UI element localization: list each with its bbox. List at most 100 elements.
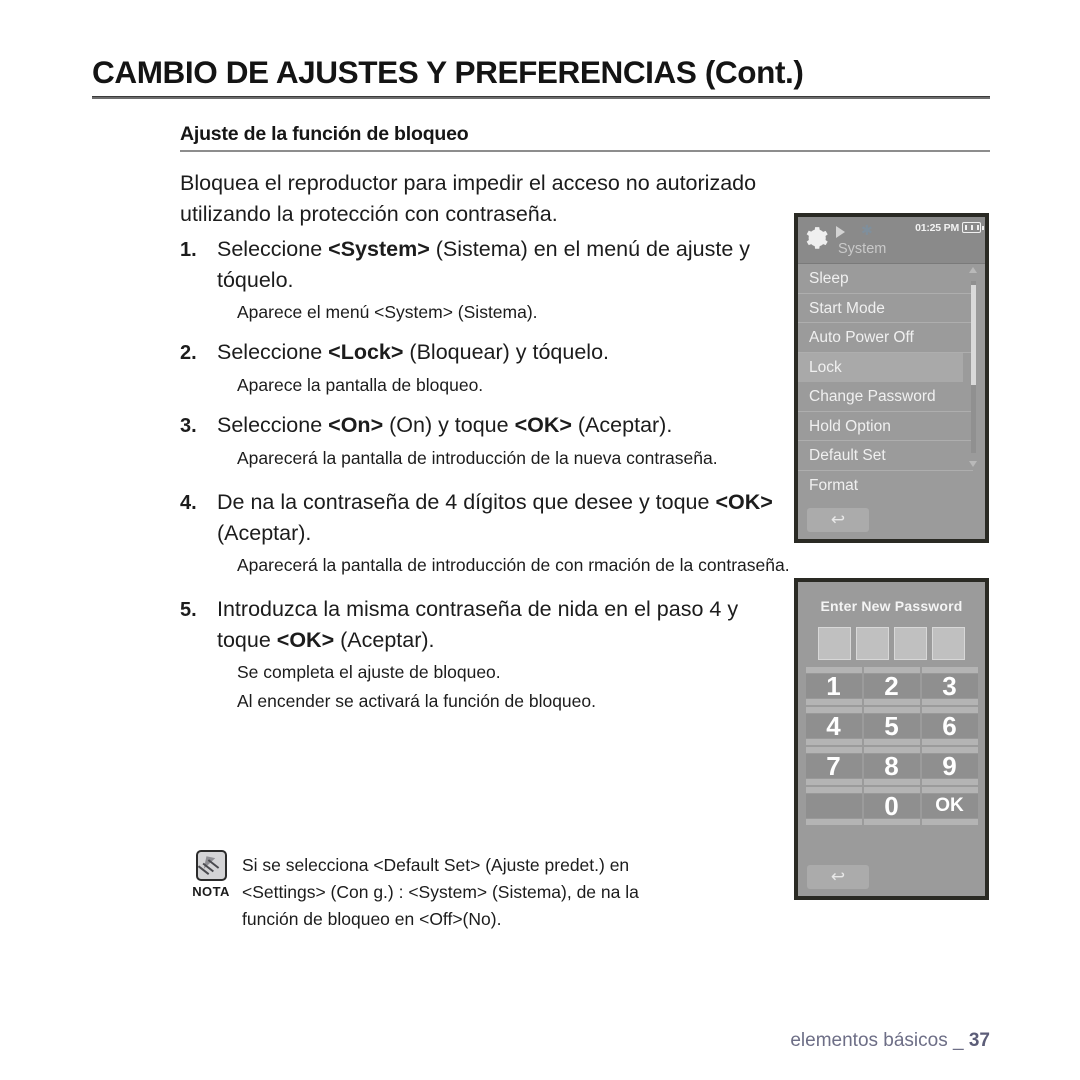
password-digit-box[interactable]	[856, 627, 889, 660]
key-4[interactable]: 4	[805, 707, 862, 745]
page-title: CAMBIO DE AJUSTES Y PREFERENCIAS (Cont.)	[92, 54, 804, 90]
note-line: Si se selecciona <Default Set> (Ajuste p…	[242, 855, 630, 875]
device-menu-item-label: Auto Power Off	[809, 329, 914, 346]
step-note: Aparecerá la pantalla de introducción de…	[237, 555, 790, 575]
step-text-part: (Bloquear) y tóquelo.	[403, 340, 610, 364]
key-0[interactable]: 0	[863, 787, 920, 825]
device-menu-item-label: Change Password	[809, 388, 936, 405]
scrollbar[interactable]	[968, 267, 979, 467]
device-menu-item-label: Default Set	[809, 447, 886, 464]
password-digit-box[interactable]	[894, 627, 927, 660]
return-arrow-icon[interactable]: ↩	[807, 508, 869, 532]
play-icon	[836, 226, 845, 238]
device-menu-item-default-set[interactable]: Default Set	[798, 441, 973, 471]
step-text-part: (Aceptar).	[571, 413, 673, 437]
device-bottom-bar: ↩	[798, 860, 985, 896]
step-note: Se completa el ajuste de bloqueo.	[237, 662, 501, 682]
key-ok[interactable]: OK	[921, 787, 978, 825]
step-note: Aparecerá la pantalla de introducción de…	[237, 448, 718, 468]
note-text: Si se selecciona <Default Set> (Ajuste p…	[242, 848, 790, 933]
step-number: 4.	[180, 492, 197, 514]
device-statusbar: ✱ 01:25 PM System	[798, 217, 985, 264]
password-boxes	[798, 627, 985, 660]
key-3[interactable]: 3	[921, 667, 978, 705]
gear-icon	[806, 227, 828, 249]
step-text-part: (On) y toque	[383, 413, 515, 437]
device-screenshot-system-menu: ✱ 01:25 PM System Sleep Start Mode Auto …	[794, 213, 989, 543]
list-item: 1. Seleccione <System> (Sistema) en el m…	[180, 234, 790, 325]
device-menu-item-sleep[interactable]: Sleep	[798, 264, 973, 294]
note-label: NOTA	[192, 884, 230, 899]
step-text-part: (Aceptar).	[334, 628, 435, 652]
clock-label: 01:25 PM	[915, 222, 959, 234]
password-digit-box[interactable]	[932, 627, 965, 660]
list-item: 4. De na la contraseña de 4 dígitos que …	[180, 487, 790, 578]
section-heading: Ajuste de la función de bloqueo	[180, 123, 469, 145]
key-5[interactable]: 5	[863, 707, 920, 745]
step-text: De na la contraseña de 4 dígitos que des…	[217, 487, 790, 549]
device-menu-item-change-password[interactable]: Change Password	[798, 382, 973, 412]
step-number: 5.	[180, 599, 197, 621]
device-menu-item-label: Sleep	[809, 270, 849, 287]
title-divider	[92, 96, 990, 99]
chevron-up-icon[interactable]	[969, 267, 977, 273]
device-screen-title: System	[838, 241, 887, 257]
step-text: Introduzca la misma contraseña de nida e…	[217, 594, 790, 656]
instruction-list: 1. Seleccione <System> (Sistema) en el m…	[180, 234, 790, 716]
step-note: Al encender se activará la función de bl…	[237, 691, 596, 711]
device-menu-list: Sleep Start Mode Auto Power Off Lock Cha…	[798, 264, 985, 500]
device-menu-item-format[interactable]: Format	[798, 471, 973, 501]
bluetooth-icon: ✱	[861, 222, 873, 238]
intro-paragraph: Bloquea el reproductor para impedir el a…	[180, 171, 757, 226]
step-text-part: Seleccione	[217, 413, 329, 437]
step-note: Aparece la pantalla de bloqueo.	[237, 375, 484, 395]
step-text-part: (Aceptar).	[217, 521, 312, 545]
key-blank[interactable]	[805, 787, 862, 825]
key-6[interactable]: 6	[921, 707, 978, 745]
key-9[interactable]: 9	[921, 747, 978, 785]
battery-icon	[962, 222, 984, 233]
return-arrow-icon[interactable]: ↩	[807, 865, 869, 889]
list-item: 5. Introduzca la misma contraseña de nid…	[180, 594, 790, 714]
step-text-part: Seleccione	[217, 340, 329, 364]
step-keyword: <OK>	[276, 628, 335, 652]
key-8[interactable]: 8	[863, 747, 920, 785]
step-text-part: Seleccione	[217, 237, 329, 261]
step-number: 1.	[180, 239, 197, 261]
note-line: función de bloqueo en <Off>(No).	[242, 909, 502, 929]
device-menu-item-start-mode[interactable]: Start Mode	[798, 294, 973, 323]
step-keyword: <Lock>	[328, 340, 404, 364]
step-note: Aparece el menú <System> (Sistema).	[237, 302, 538, 322]
device-screenshot-password-keypad: Enter New Password 1 2 3 4 5 6 7 8 9 0 O…	[794, 578, 989, 900]
device-menu-item-lock[interactable]: Lock	[798, 352, 963, 382]
scrollbar-thumb[interactable]	[971, 285, 976, 385]
device-menu-item-label: Start Mode	[809, 299, 885, 317]
device-menu-item-auto-power-off[interactable]: Auto Power Off	[798, 323, 973, 353]
note-block: NOTA Si se selecciona <Default Set> (Aju…	[180, 848, 790, 933]
key-1[interactable]: 1	[805, 667, 862, 705]
chevron-down-icon[interactable]	[969, 461, 977, 467]
list-item: 2. Seleccione <Lock> (Bloquear) y tóquel…	[180, 337, 790, 398]
keypad-title: Enter New Password	[820, 598, 963, 614]
page-number: 37	[968, 1030, 990, 1051]
list-item: 3. Seleccione <On> (On) y toque <OK> (Ac…	[180, 410, 790, 471]
step-text-part: De na la contraseña de 4 dígitos que des…	[217, 490, 716, 514]
section-divider	[180, 150, 990, 152]
device-menu-item-label: Lock	[809, 358, 842, 376]
step-text: Seleccione <System> (Sistema) en el menú…	[217, 234, 790, 296]
step-keyword: <OK>	[514, 413, 572, 437]
footer: elementos básicos _ 37	[790, 1030, 990, 1052]
footer-label: elementos básicos _	[790, 1030, 964, 1051]
device-menu-item-hold-option[interactable]: Hold Option	[798, 412, 973, 441]
password-digit-box[interactable]	[818, 627, 851, 660]
device-bottom-bar: ↩	[798, 503, 985, 539]
device-menu-item-label: Format	[809, 476, 859, 494]
step-number: 2.	[180, 342, 197, 364]
key-2[interactable]: 2	[863, 667, 920, 705]
step-text: Seleccione <Lock> (Bloquear) y tóquelo.	[217, 337, 790, 368]
step-keyword: <System>	[328, 237, 430, 261]
note-line: <Settings> (Con g.) : <System> (Sistema)…	[242, 882, 639, 902]
key-7[interactable]: 7	[805, 747, 862, 785]
step-text: Seleccione <On> (On) y toque <OK> (Acept…	[217, 410, 790, 441]
step-keyword: <OK>	[715, 490, 773, 514]
